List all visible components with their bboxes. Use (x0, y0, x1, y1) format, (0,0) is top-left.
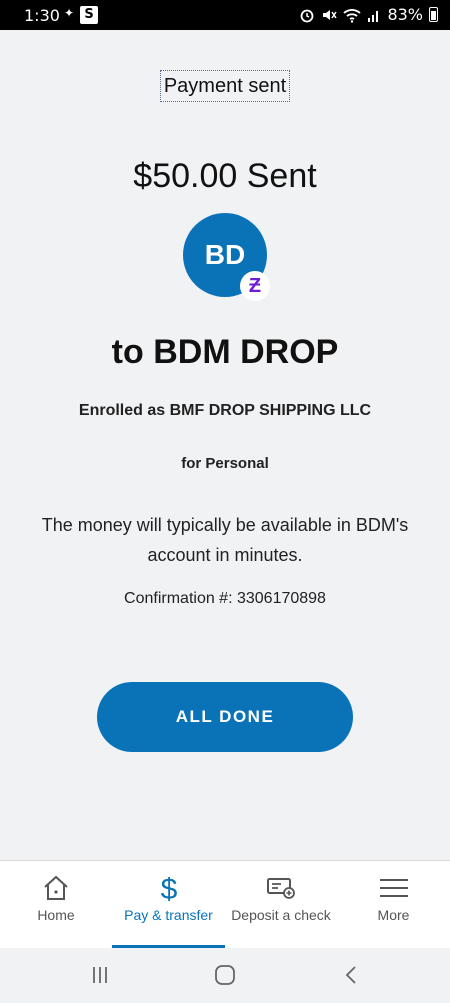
status-bar: 1:30 ✦ S 83% (0, 0, 450, 30)
mute-icon (323, 9, 338, 20)
home-button[interactable] (210, 962, 240, 988)
nav-deposit-label: Deposit a check (231, 907, 331, 923)
nav-home-label: Home (37, 907, 75, 923)
nav-home[interactable]: Home (0, 861, 112, 949)
back-button[interactable] (337, 962, 367, 988)
status-time: 1:30 (24, 6, 60, 25)
app-notification-icon: S (80, 6, 98, 24)
battery-percent: 83% (387, 5, 423, 24)
dollar-icon: $ (112, 873, 225, 903)
nav-deposit-check[interactable]: Deposit a check (225, 861, 337, 949)
home-circle-icon (215, 965, 235, 985)
alarm-icon (301, 9, 314, 22)
account-type-text: for Personal (181, 455, 269, 472)
wifi-icon (343, 8, 362, 23)
check-deposit-icon (225, 873, 337, 903)
nav-pay-transfer-label: Pay & transfer (124, 907, 213, 923)
zelle-badge-icon: Ƶ (240, 271, 270, 301)
recent-apps-button[interactable] (85, 962, 115, 988)
payment-confirmation-screen: Payment sent $50.00 Sent BD Ƶ to BDM DRO… (0, 30, 450, 860)
availability-message: The money will typically be available in… (41, 515, 409, 565)
svg-text:$: $ (160, 873, 177, 903)
nav-more[interactable]: More (337, 861, 450, 949)
signal-icon (368, 10, 379, 22)
menu-icon (337, 873, 450, 903)
all-done-button[interactable]: ALL DONE (97, 682, 353, 752)
amount-sent: $50.00 Sent (133, 157, 317, 195)
sparkle-icon: ✦ (64, 6, 75, 20)
bottom-nav: Home $ Pay & transfer Deposit a check Mo… (0, 860, 450, 948)
battery-icon (429, 7, 438, 22)
nav-more-label: More (377, 907, 410, 923)
home-icon (0, 873, 112, 903)
nav-pay-transfer[interactable]: $ Pay & transfer (112, 861, 225, 949)
back-chevron-icon (345, 966, 356, 984)
status-icons: 83% (299, 5, 438, 24)
page-title: Payment sent (160, 70, 290, 102)
recipient-name: to BDM DROP (111, 333, 339, 371)
zelle-logo-letter: Ƶ (243, 274, 267, 298)
enrolled-as-text: Enrolled as BMF DROP SHIPPING LLC (78, 402, 372, 419)
confirmation-number: Confirmation #: 3306170898 (124, 590, 326, 607)
system-navigation-bar (0, 948, 450, 1003)
recent-apps-icon (93, 967, 107, 983)
